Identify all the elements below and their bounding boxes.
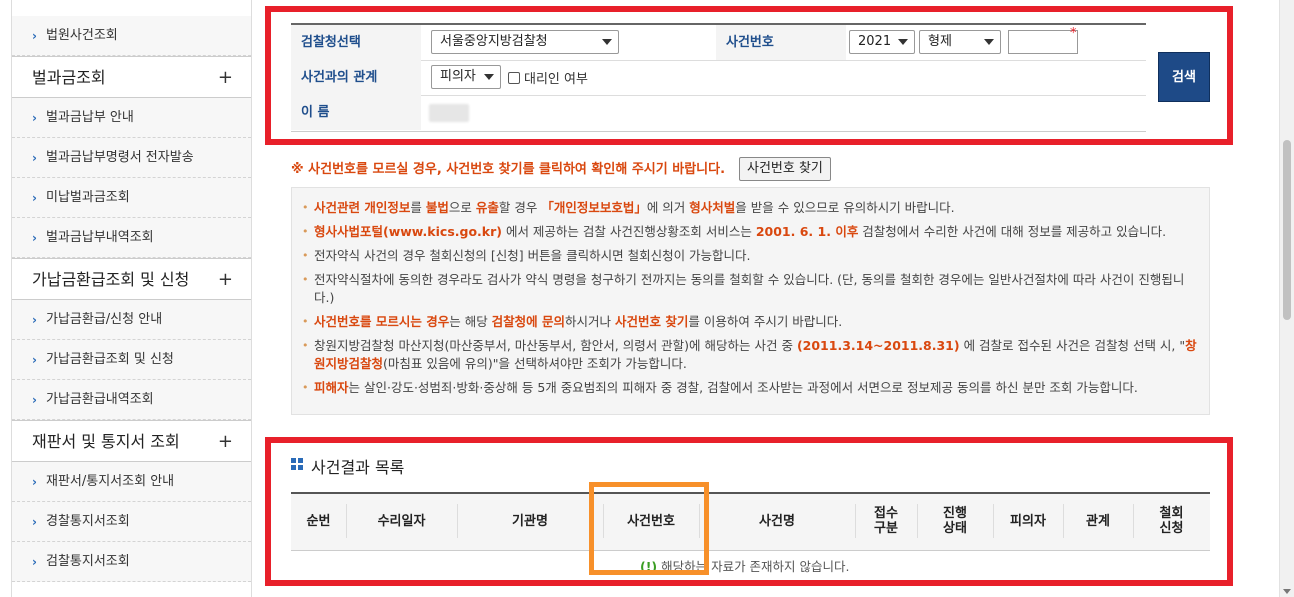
plus-icon[interactable]: +: [218, 421, 233, 463]
sidebar-item-label: 벌과금납부내역조회: [46, 230, 154, 245]
sidebar-item-label: 벌과금납부 안내: [46, 110, 134, 125]
info-emphasis: 유출: [475, 200, 499, 215]
sidebar-item[interactable]: › 가납금환급/신청 안내: [12, 300, 251, 340]
sidebar-item[interactable]: › 벌과금납부 안내: [12, 98, 251, 138]
chevron-right-icon: ›: [32, 29, 37, 43]
info-item: • 피해자는 살인·강도·성범죄·방화·중상해 등 5개 중요범죄의 피해자 중 …: [302, 379, 1199, 397]
chevron-right-icon: ›: [32, 191, 37, 205]
info-item: • 창원지방검찰청 마산지청(마산중부서, 마산동부서, 함안서, 의령서 관할)…: [302, 337, 1199, 373]
bullet-icon: •: [302, 225, 309, 238]
info-emphasis: 형사사법포털(www.kics.go.kr): [314, 224, 502, 239]
sidebar-section-header[interactable]: 벌과금조회 +: [12, 56, 251, 98]
chevron-right-icon: ›: [32, 151, 37, 165]
plus-icon[interactable]: +: [218, 259, 233, 301]
sidebar-item[interactable]: › 경찰통지서조회: [12, 502, 251, 542]
info-item: • 사건번호를 모르시는 경우는 해당 검찰청에 문의하시거나 사건번호 찾기를 …: [302, 313, 1199, 331]
info-item: • 사건관련 개인정보를 불법으로 유출할 경우 「개인정보보호법」에 의거 형사…: [302, 199, 1199, 217]
info-text: 에서 제공하는 검찰 사건진행상황조회 서비스는: [501, 224, 756, 239]
info-text: 에 의거: [646, 200, 690, 215]
page-scrollbar[interactable]: [1279, 0, 1294, 597]
chevron-right-icon: ›: [32, 475, 37, 489]
sidebar-partial-item: [12, 0, 251, 16]
info-text: 를 이용하여 주시기 바랍니다.: [688, 314, 843, 329]
scroll-down-arrow-icon[interactable]: [1283, 589, 1291, 594]
sidebar-item-label: 경찰통지서조회: [46, 514, 130, 529]
info-text: 를: [410, 200, 426, 215]
info-text: 전자약식절차에 동의한 경우라도 검사가 약식 명령을 청구하기 전까지는 동의…: [314, 272, 1185, 305]
chevron-right-icon: ›: [32, 231, 37, 245]
info-item: • 전자약식 사건의 경우 철회신청의 [신청] 버튼을 클릭하시면 철회신청이 …: [302, 247, 1199, 265]
sidebar-item-label: 검찰통지서조회: [46, 554, 130, 569]
sidebar-section-header[interactable]: 재판서 및 통지서 조회 +: [12, 420, 251, 462]
info-item: • 전자약식절차에 동의한 경우라도 검사가 약식 명령을 청구하기 전까지는 동…: [302, 271, 1199, 307]
sidebar-item-label: 재판서/통지서조회 안내: [46, 474, 175, 489]
sidebar-item[interactable]: › 검찰통지서조회: [12, 542, 251, 582]
sidebar-item-label: 미납벌과금조회: [46, 190, 130, 205]
sidebar-item-label: 가납금환급조회 및 신청: [46, 352, 174, 367]
sidebar-item[interactable]: › 가납금환급조회 및 신청: [12, 340, 251, 380]
info-item: • 형사사법포털(www.kics.go.kr) 에서 제공하는 검찰 사건진행상…: [302, 223, 1199, 241]
info-text: 창원지방검찰청 마산지청(마산중부서, 마산동부서, 함안서, 의령서 관할)에…: [314, 338, 797, 353]
bullet-icon: •: [302, 273, 309, 286]
info-emphasis: 검찰청에 문의: [491, 314, 566, 329]
info-emphasis: 피해자: [314, 380, 349, 395]
info-emphasis: (2011.3.14~2011.8.31): [796, 338, 960, 353]
info-text: 에 검찰로 접수된 사건은 검찰청 선택 시, ": [959, 338, 1186, 353]
results-highlight: [265, 437, 1233, 586]
bullet-icon: •: [302, 339, 309, 352]
info-text: 할 경우: [498, 200, 542, 215]
info-emphasis: 사건번호를 모르시는 경우: [314, 314, 450, 329]
sidebar-item[interactable]: › 벌과금납부명령서 전자발송: [12, 138, 251, 178]
sidebar-item-label: 가납금환급/신청 안내: [46, 312, 163, 327]
chevron-right-icon: ›: [32, 393, 37, 407]
bullet-icon: •: [302, 315, 309, 328]
sidebar-section-label: 재판서 및 통지서 조회: [32, 432, 180, 451]
info-text: 을 받을 수 있으므로 유의하시기 바랍니다.: [735, 200, 955, 215]
sidebar-section-label: 벌과금조회: [32, 68, 106, 87]
info-emphasis: 「개인정보보호법」: [541, 200, 647, 215]
info-emphasis: 2001. 6. 1. 이후: [755, 224, 859, 239]
info-text: 는 해당: [449, 314, 492, 329]
info-box: • 사건관련 개인정보를 불법으로 유출할 경우 「개인정보보호법」에 의거 형사…: [291, 187, 1210, 415]
info-text: 으로: [448, 200, 476, 215]
sidebar-item[interactable]: › 법원사건조회: [12, 16, 251, 56]
search-form-highlight: [265, 6, 1233, 145]
sidebar: › 법원사건조회벌과금조회 + › 벌과금납부 안내 › 벌과금납부명령서 전자발송 › 미납벌…: [11, 0, 252, 597]
case-number-column-highlight: [589, 482, 709, 575]
sidebar-item-label: 법원사건조회: [46, 28, 118, 43]
sidebar-item[interactable]: › 가납금환급내역조회: [12, 380, 251, 420]
bullet-icon: •: [302, 381, 309, 394]
sidebar-item[interactable]: › 미납벌과금조회: [12, 178, 251, 218]
case-number-notice: ※ 사건번호를 모르실 경우, 사건번호 찾기를 클릭하여 확인해 주시기 바랍…: [291, 162, 726, 177]
chevron-right-icon: ›: [32, 555, 37, 569]
info-emphasis: 형사처벌: [689, 200, 736, 215]
info-text: 하시거나: [565, 314, 616, 329]
sidebar-section-header[interactable]: 가납금환급조회 및 신청 +: [12, 258, 251, 300]
sidebar-item-label: 벌과금납부명령서 전자발송: [46, 150, 194, 165]
chevron-right-icon: ›: [32, 515, 37, 529]
chevron-right-icon: ›: [32, 111, 37, 125]
sidebar-item-label: 가납금환급내역조회: [46, 392, 154, 407]
info-emphasis: 사건관련 개인정보: [314, 200, 411, 215]
info-emphasis: 사건번호 찾기: [615, 314, 689, 329]
sidebar-item[interactable]: › 벌과금납부내역조회: [12, 218, 251, 258]
info-text: 전자약식 사건의 경우 철회신청의 [신청] 버튼을 클릭하시면 철회신청이 가…: [314, 248, 751, 263]
info-emphasis: 불법: [425, 200, 449, 215]
plus-icon[interactable]: +: [218, 57, 233, 99]
info-text: 검찰청에서 수리한 사건에 대해 정보를 제공하고 있습니다.: [858, 224, 1167, 239]
bullet-icon: •: [302, 201, 309, 214]
info-text: 는 살인·강도·성범죄·방화·중상해 등 5개 중요범죄의 피해자 중 경찰, …: [348, 380, 1138, 395]
sidebar-section-label: 가납금환급조회 및 신청: [32, 270, 190, 289]
find-case-number-button[interactable]: 사건번호 찾기: [739, 157, 831, 181]
chevron-right-icon: ›: [32, 313, 37, 327]
info-text: (마침표 있음에 유의)"을 선택하셔야만 조회가 가능합니다.: [383, 356, 687, 371]
sidebar-item[interactable]: › 재판서/통지서조회 안내: [12, 462, 251, 502]
chevron-right-icon: ›: [32, 353, 37, 367]
bullet-icon: •: [302, 249, 309, 262]
scrollbar-thumb[interactable]: [1283, 140, 1291, 320]
